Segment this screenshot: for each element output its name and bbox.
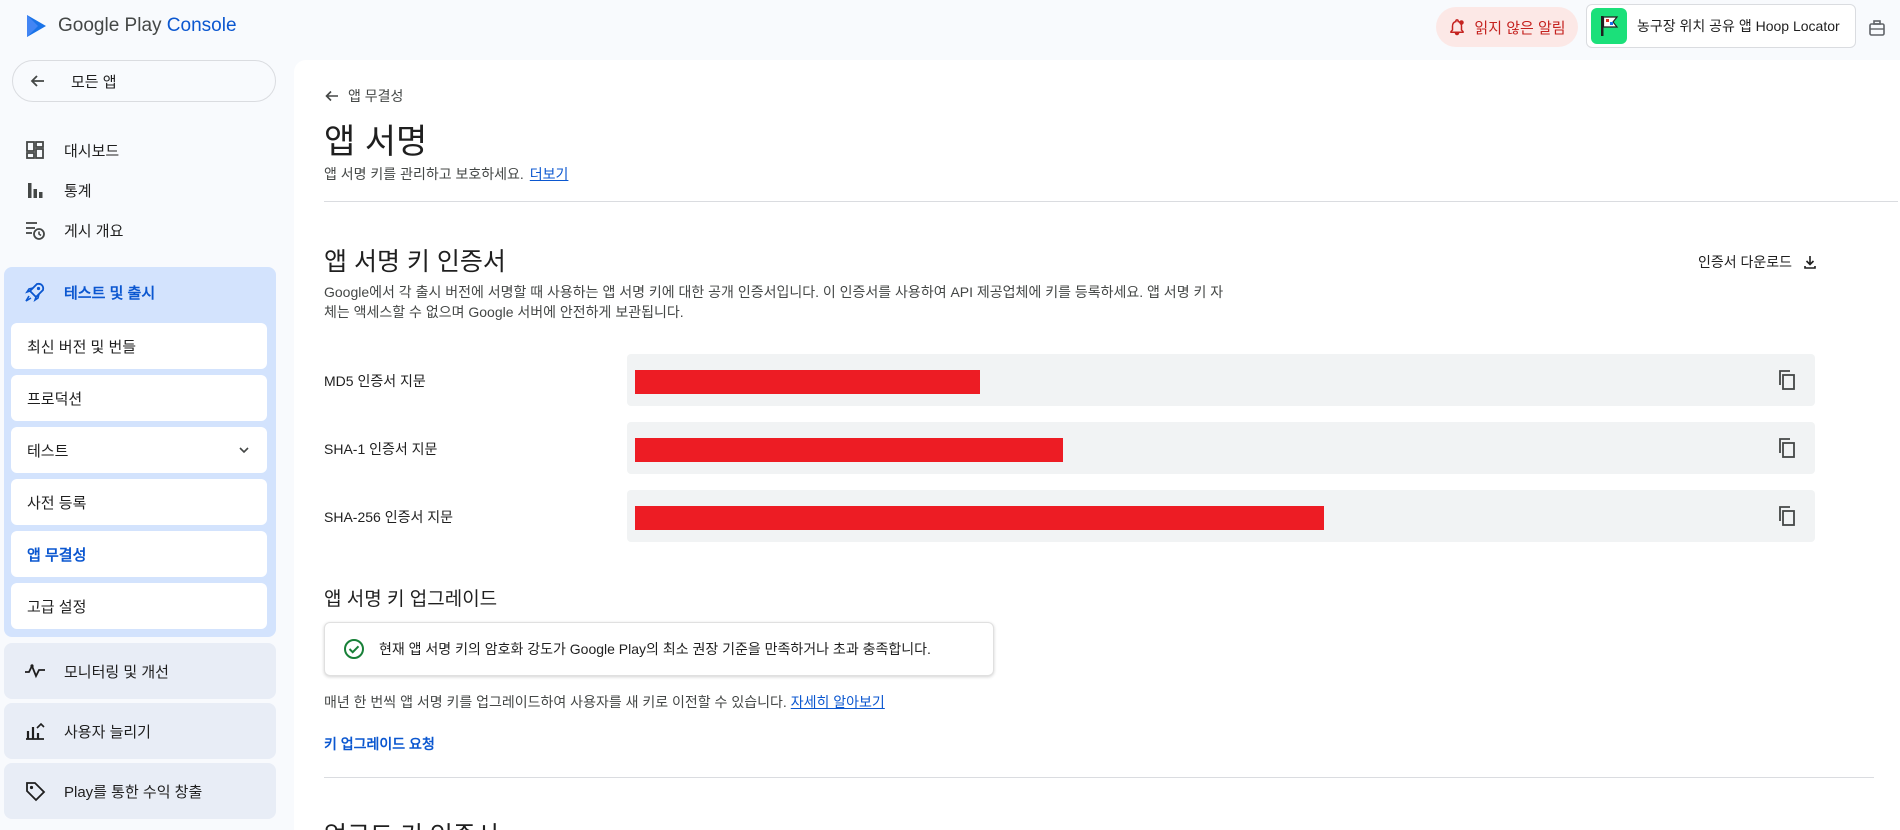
logo-text: Google Play Console xyxy=(58,15,237,36)
rocket-icon xyxy=(25,282,45,302)
download-label: 인증서 다운로드 xyxy=(1698,254,1793,270)
arrow-back-icon xyxy=(325,90,338,102)
upgrade-note: 매년 한 번씩 앱 서명 키를 업그레이드하여 사용자를 새 키로 이전할 수 … xyxy=(324,692,885,712)
sidebar-item-label: 테스트 xyxy=(27,442,69,460)
upgrade-section-title: 앱 서명 키 업그레이드 xyxy=(324,589,498,610)
flag-icon xyxy=(1601,16,1619,36)
sidebar: 모든 앱 대시보드 통계 게시 개요 테스트 및 출시 최신 버전 및 번들 프… xyxy=(0,56,290,830)
sidebar-item-label: 고급 설정 xyxy=(27,598,87,616)
tag-icon xyxy=(26,782,46,802)
sidebar-item-label: 테스트 및 출시 xyxy=(64,284,156,302)
sidebar-item-label: 통계 xyxy=(64,182,92,200)
copy-icon xyxy=(1779,370,1795,390)
md5-fingerprint-label: MD5 인증서 지문 xyxy=(324,373,426,389)
app-icon xyxy=(1591,8,1627,44)
copy-sha1-button[interactable] xyxy=(1775,436,1799,460)
sidebar-item-label: Play를 통한 수익 창출 xyxy=(64,783,203,801)
page-title: 앱 서명 xyxy=(324,123,428,161)
sha1-fingerprint-label: SHA-1 인증서 지문 xyxy=(324,441,438,457)
sidebar-item-label: 사전 등록 xyxy=(27,494,87,512)
sidebar-item-latest-releases[interactable]: 최신 버전 및 번들 xyxy=(11,323,267,369)
dashboard-icon xyxy=(24,139,46,161)
divider xyxy=(324,201,1898,202)
learn-more-link[interactable]: 더보기 xyxy=(530,166,569,182)
chevron-down-icon xyxy=(239,447,249,454)
notif-label: 읽지 않은 알림 xyxy=(1474,19,1566,37)
top-bar: Google Play Console 읽지 않은 알림 농구장 위치 공유 앱… xyxy=(0,0,1900,56)
sidebar-item-testing[interactable]: 테스트 xyxy=(11,427,267,473)
main-content: 앱 무결성 앱 서명 앱 서명 키를 관리하고 보호하세요. 더보기 앱 서명 키… xyxy=(294,60,1900,830)
briefcase-icon xyxy=(1869,20,1885,36)
upgrade-note-text: 매년 한 번씩 앱 서명 키를 업그레이드하여 사용자를 새 키로 이전할 수 … xyxy=(324,694,787,710)
check-circle-icon xyxy=(344,639,364,659)
monitoring-icon xyxy=(25,663,45,679)
sha1-fingerprint-field xyxy=(627,422,1815,474)
sidebar-item-production[interactable]: 프로덕션 xyxy=(11,375,267,421)
app-selector[interactable]: 농구장 위치 공유 앱 Hoop Locator xyxy=(1586,4,1856,48)
sidebar-group-monitoring[interactable]: 모니터링 및 개선 xyxy=(4,643,276,699)
sidebar-item-label: 모니터링 및 개선 xyxy=(64,663,169,681)
copy-icon xyxy=(1779,506,1795,526)
play-logo-icon xyxy=(27,15,46,37)
sidebar-group-monetize[interactable]: Play를 통한 수익 창출 xyxy=(4,763,276,819)
unread-notifications-button[interactable]: 읽지 않은 알림 xyxy=(1436,7,1578,47)
sidebar-item-app-integrity[interactable]: 앱 무결성 xyxy=(11,531,267,577)
sidebar-item-label: 프로덕션 xyxy=(27,390,83,408)
account-icon[interactable] xyxy=(1864,15,1890,41)
md5-fingerprint-field xyxy=(627,354,1815,406)
sidebar-item-label: 앱 무결성 xyxy=(27,546,87,564)
sidebar-item-label: 최신 버전 및 번들 xyxy=(27,338,137,356)
bar-chart-icon xyxy=(24,179,46,201)
sha256-fingerprint-field xyxy=(627,490,1815,542)
app-name: 농구장 위치 공유 앱 Hoop Locator xyxy=(1637,18,1840,34)
sidebar-item-publishing-overview[interactable]: 게시 개요 xyxy=(24,214,123,246)
bell-alert-icon xyxy=(1450,19,1465,36)
sidebar-item-pre-registration[interactable]: 사전 등록 xyxy=(11,479,267,525)
publishing-overview-icon xyxy=(24,219,46,241)
download-certificate-button[interactable]: 인증서 다운로드 xyxy=(1698,252,1818,272)
copy-md5-button[interactable] xyxy=(1775,368,1799,392)
key-strength-status-card: 현재 앱 서명 키의 암호화 강도가 Google Play의 최소 권장 기준… xyxy=(324,622,994,676)
download-icon xyxy=(1804,256,1816,269)
divider xyxy=(324,777,1874,778)
cert-section-title: 앱 서명 키 인증서 xyxy=(324,248,506,276)
fingerprint-redaction xyxy=(635,506,1324,530)
play-console-logo[interactable]: Google Play Console xyxy=(24,13,237,39)
sidebar-item-label: 대시보드 xyxy=(64,142,120,160)
sidebar-item-label: 게시 개요 xyxy=(64,222,124,240)
sidebar-item-statistics[interactable]: 통계 xyxy=(24,174,92,206)
page-description: 앱 서명 키를 관리하고 보호하세요. 더보기 xyxy=(324,164,568,184)
sha256-fingerprint-label: SHA-256 인증서 지문 xyxy=(324,509,453,525)
sidebar-group-test-and-release: 테스트 및 출시 최신 버전 및 번들 프로덕션 테스트 사전 등록 앱 무결성… xyxy=(4,267,276,637)
breadcrumb[interactable]: 앱 무결성 xyxy=(324,86,403,106)
page-description-text: 앱 서명 키를 관리하고 보호하세요. xyxy=(324,166,524,182)
fingerprint-redaction xyxy=(635,370,980,394)
breadcrumb-label: 앱 무결성 xyxy=(348,88,404,104)
sidebar-item-label: 사용자 늘리기 xyxy=(64,723,151,741)
sidebar-item-advanced-settings[interactable]: 고급 설정 xyxy=(11,583,267,629)
request-key-upgrade-button[interactable]: 키 업그레이드 요청 xyxy=(324,734,435,754)
all-apps-button[interactable]: 모든 앱 xyxy=(12,60,276,102)
learn-more-link[interactable]: 자세히 알아보기 xyxy=(791,694,885,710)
copy-icon xyxy=(1779,438,1795,458)
sidebar-item-dashboard[interactable]: 대시보드 xyxy=(24,134,119,166)
grow-users-icon xyxy=(26,722,45,740)
upload-key-section-title: 업로드 키 인증서 xyxy=(324,816,499,830)
fingerprint-redaction xyxy=(635,438,1063,462)
arrow-back-icon xyxy=(30,75,44,87)
status-text: 현재 앱 서명 키의 암호화 강도가 Google Play의 최소 권장 기준… xyxy=(379,641,931,657)
cert-description: Google에서 각 출시 버전에 서명할 때 사용하는 앱 서명 키에 대한 … xyxy=(324,284,1224,320)
sidebar-group-grow-users[interactable]: 사용자 늘리기 xyxy=(4,703,276,759)
all-apps-label: 모든 앱 xyxy=(71,73,117,91)
copy-sha256-button[interactable] xyxy=(1775,504,1799,528)
sidebar-item-test-and-release[interactable]: 테스트 및 출시 xyxy=(24,281,155,303)
